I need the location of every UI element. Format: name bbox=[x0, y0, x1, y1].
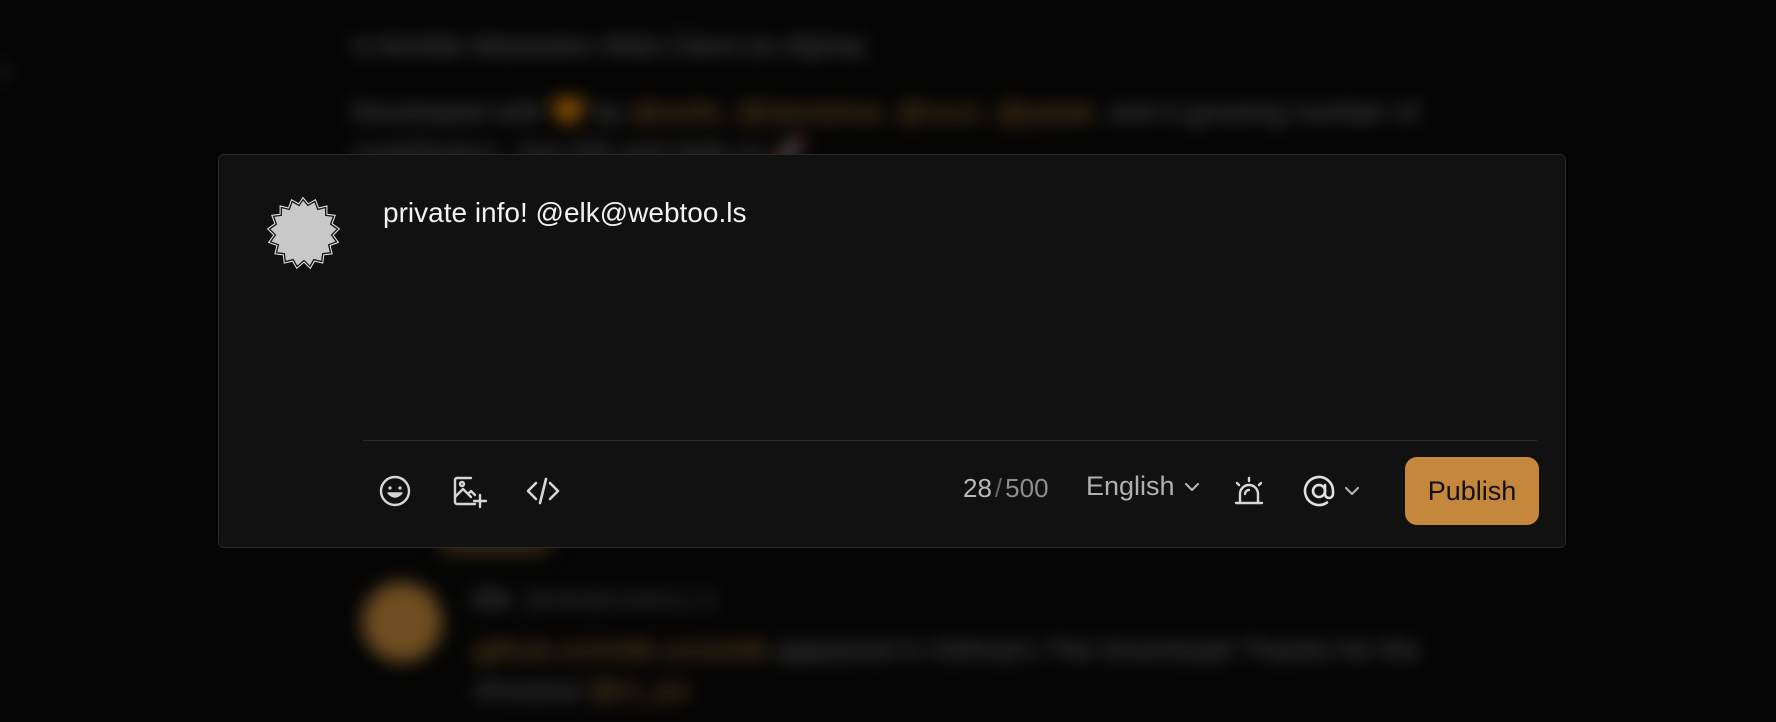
character-count: 28 bbox=[963, 473, 992, 503]
chevron-down-icon bbox=[1344, 486, 1360, 496]
background-post-avatar bbox=[362, 582, 442, 662]
background-post-content: github.com/elk-zone/elk appeared in GitH… bbox=[474, 634, 1420, 705]
alarm-icon bbox=[1234, 476, 1264, 505]
emoji-icon bbox=[379, 475, 411, 507]
background-title: A Nimble Mastodon Web Client (in Alpha) bbox=[352, 30, 866, 61]
background-post-author: Elk @elk@webtoo.ls bbox=[474, 584, 718, 614]
composer-toolbar: 28/500 English Publish bbox=[363, 441, 1539, 545]
character-separator: / bbox=[994, 473, 1003, 503]
avatar bbox=[263, 193, 343, 273]
publish-button[interactable]: Publish bbox=[1405, 457, 1539, 525]
add-image-button[interactable] bbox=[445, 467, 493, 515]
language-selector[interactable]: English bbox=[1086, 471, 1203, 502]
language-label: English bbox=[1086, 471, 1175, 501]
character-limit: 500 bbox=[1005, 473, 1049, 503]
sidebar-dot bbox=[0, 66, 8, 78]
at-sign-icon bbox=[1303, 475, 1335, 507]
code-button[interactable] bbox=[519, 467, 567, 515]
sensitive-content-button[interactable] bbox=[1225, 467, 1273, 515]
post-text-input[interactable]: private info! @elk@webtoo.ls bbox=[383, 195, 1533, 365]
character-counter: 28/500 bbox=[963, 473, 1049, 504]
post-composer-modal: private info! @elk@webtoo.ls 28 / 500 En… bbox=[218, 154, 1566, 548]
add-image-icon bbox=[453, 476, 487, 509]
emoji-button[interactable] bbox=[371, 467, 419, 515]
code-icon bbox=[526, 477, 560, 505]
visibility-selector[interactable] bbox=[1301, 467, 1363, 515]
chevron-down-icon bbox=[1184, 482, 1199, 491]
